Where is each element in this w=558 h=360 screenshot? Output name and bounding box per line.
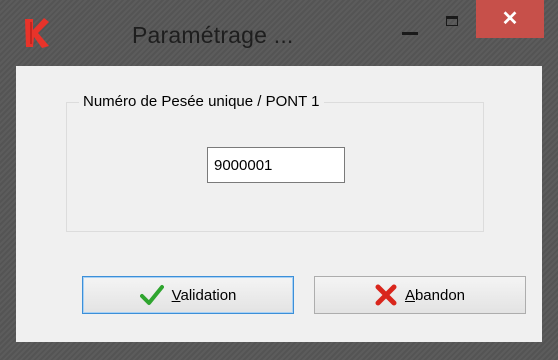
- validation-label: Validation: [172, 287, 237, 304]
- validation-label-rest: alidation: [180, 286, 237, 304]
- abandon-button[interactable]: Abandon: [314, 276, 526, 314]
- cross-icon: [375, 284, 397, 306]
- minimize-button[interactable]: [398, 6, 428, 36]
- title-bar[interactable]: Paramétrage ... ✕: [0, 0, 558, 66]
- maximize-button[interactable]: [444, 6, 474, 36]
- validation-button[interactable]: Validation: [82, 276, 294, 314]
- window-title: Paramétrage ...: [132, 22, 294, 48]
- dialog-content: Numéro de Pesée unique / PONT 1 Validati…: [16, 66, 542, 342]
- weighing-number-input[interactable]: [207, 147, 345, 183]
- dialog-window: Paramétrage ... ✕ Numéro de Pesée unique…: [0, 0, 558, 360]
- minimize-icon: [402, 32, 418, 35]
- app-logo-icon: [25, 18, 49, 48]
- abandon-label: Abandon: [405, 287, 465, 304]
- maximize-icon: [446, 16, 458, 26]
- group-label: Numéro de Pesée unique / PONT 1: [79, 93, 324, 110]
- check-icon: [139, 285, 164, 305]
- abandon-accelerator: A: [404, 286, 415, 304]
- close-button[interactable]: ✕: [476, 0, 544, 38]
- abandon-label-rest: bandon: [414, 286, 466, 304]
- weighing-number-group: Numéro de Pesée unique / PONT 1: [66, 93, 484, 232]
- close-icon: ✕: [501, 8, 519, 30]
- validation-accelerator: V: [171, 286, 181, 304]
